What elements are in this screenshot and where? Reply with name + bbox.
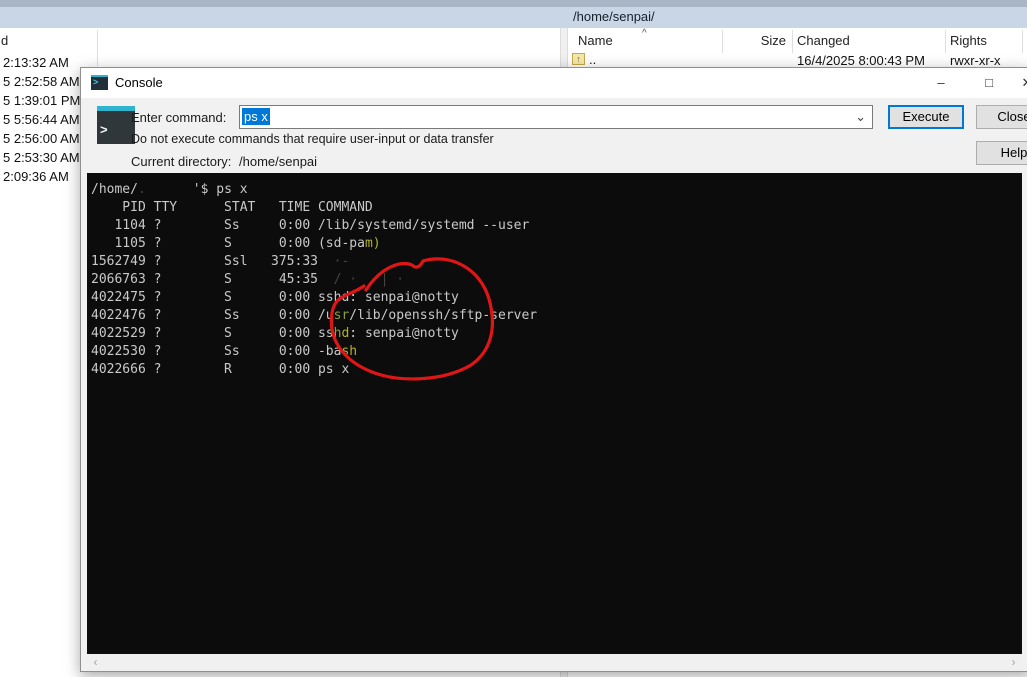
execute-button[interactable]: Execute (888, 105, 964, 129)
column-header-rights[interactable]: Rights (950, 33, 987, 48)
path-toolbar (0, 7, 1027, 28)
list-item[interactable]: 5 2:52:58 AM (3, 74, 80, 89)
horizontal-scrollbar[interactable]: ‹ › (87, 654, 1022, 671)
list-item[interactable]: 5 2:56:00 AM (3, 131, 80, 146)
console-icon: > (91, 75, 108, 90)
column-divider[interactable] (945, 30, 946, 53)
help-button[interactable]: Help (976, 141, 1027, 165)
current-directory-value: /home/senpai (239, 154, 318, 169)
dialog-title: Console (115, 75, 163, 90)
terminal-line: PID TTY STAT TIME COMMAND (91, 200, 373, 215)
close-window-button[interactable]: ✕ (1012, 68, 1027, 98)
left-column-divider[interactable] (97, 30, 98, 66)
close-button[interactable]: Close (976, 105, 1027, 129)
screen: /home/senpai/ d 2:13:32 AM 5 2:52:58 AM 5 … (0, 0, 1027, 677)
console-prompt-icon: > (97, 106, 135, 144)
terminal-line: 4022529 ? S 0:00 sshd: senpai@notty (91, 326, 459, 341)
minimize-button[interactable]: – (926, 68, 956, 98)
enter-command-label: Enter command: (131, 110, 227, 125)
terminal-line: /home/. '$ ps x (91, 182, 248, 197)
list-item[interactable]: 2:09:36 AM (3, 169, 69, 184)
file-name: .. (589, 52, 597, 67)
column-divider[interactable] (792, 30, 793, 53)
list-item[interactable]: 2:13:32 AM (3, 55, 69, 70)
app-top-strip (0, 0, 1027, 7)
command-warning-note: Do not execute commands that require use… (131, 132, 494, 146)
left-panel-header-changed[interactable]: d (1, 33, 8, 48)
scroll-left-icon[interactable]: ‹ (87, 654, 104, 671)
list-item[interactable]: 5 2:53:30 AM (3, 150, 80, 165)
terminal-line: 2066763 ? S 45:35 / · | · (91, 272, 405, 287)
current-directory-label: Current directory: (131, 154, 232, 169)
scroll-right-icon[interactable]: › (1005, 654, 1022, 671)
column-header-changed[interactable]: Changed (797, 33, 850, 48)
command-value-selected: ps x (242, 108, 270, 125)
column-header-name[interactable]: Name (578, 33, 613, 48)
terminal-line: 1562749 ? Ssl 375:33 ·- (91, 254, 350, 269)
terminal-line: 1105 ? S 0:00 (sd-pam) (91, 236, 381, 251)
terminal-line: 1104 ? Ss 0:00 /lib/systemd/systemd --us… (91, 218, 530, 233)
folder-up-icon: ↑ (572, 53, 585, 65)
terminal-output[interactable]: /home/. '$ ps x PID TTY STAT TIME COMMAN… (87, 173, 1022, 654)
list-item[interactable]: 5 5:56:44 AM (3, 112, 80, 127)
terminal-line: 4022475 ? S 0:00 sshd: senpai@notty (91, 290, 459, 305)
maximize-button[interactable]: □ (974, 68, 1004, 98)
list-item[interactable]: 5 1:39:01 PM (3, 93, 80, 108)
file-changed: 16/4/2025 8:00:43 PM (797, 53, 925, 68)
console-dialog: > Console – □ ✕ > Enter command: ps x ⌄ … (80, 67, 1027, 672)
terminal-line: 4022666 ? R 0:00 ps x (91, 362, 350, 377)
remote-path: /home/senpai/ (573, 9, 655, 24)
column-header-size[interactable]: Size (758, 33, 786, 48)
sort-ascending-icon: ^ (642, 28, 647, 39)
terminal-line: 4022530 ? Ss 0:00 -bash (91, 344, 358, 359)
dialog-titlebar[interactable]: > Console – □ ✕ (81, 68, 1027, 98)
terminal-lines: /home/. '$ ps x PID TTY STAT TIME COMMAN… (87, 173, 1022, 379)
command-input[interactable]: ps x ⌄ (239, 105, 873, 129)
file-rights: rwxr-xr-x (950, 53, 1001, 68)
column-divider[interactable] (1022, 30, 1023, 53)
chevron-down-icon[interactable]: ⌄ (855, 106, 866, 128)
column-divider[interactable] (722, 30, 723, 53)
terminal-line: 4022476 ? Ss 0:00 /usr/lib/openssh/sftp-… (91, 308, 538, 323)
